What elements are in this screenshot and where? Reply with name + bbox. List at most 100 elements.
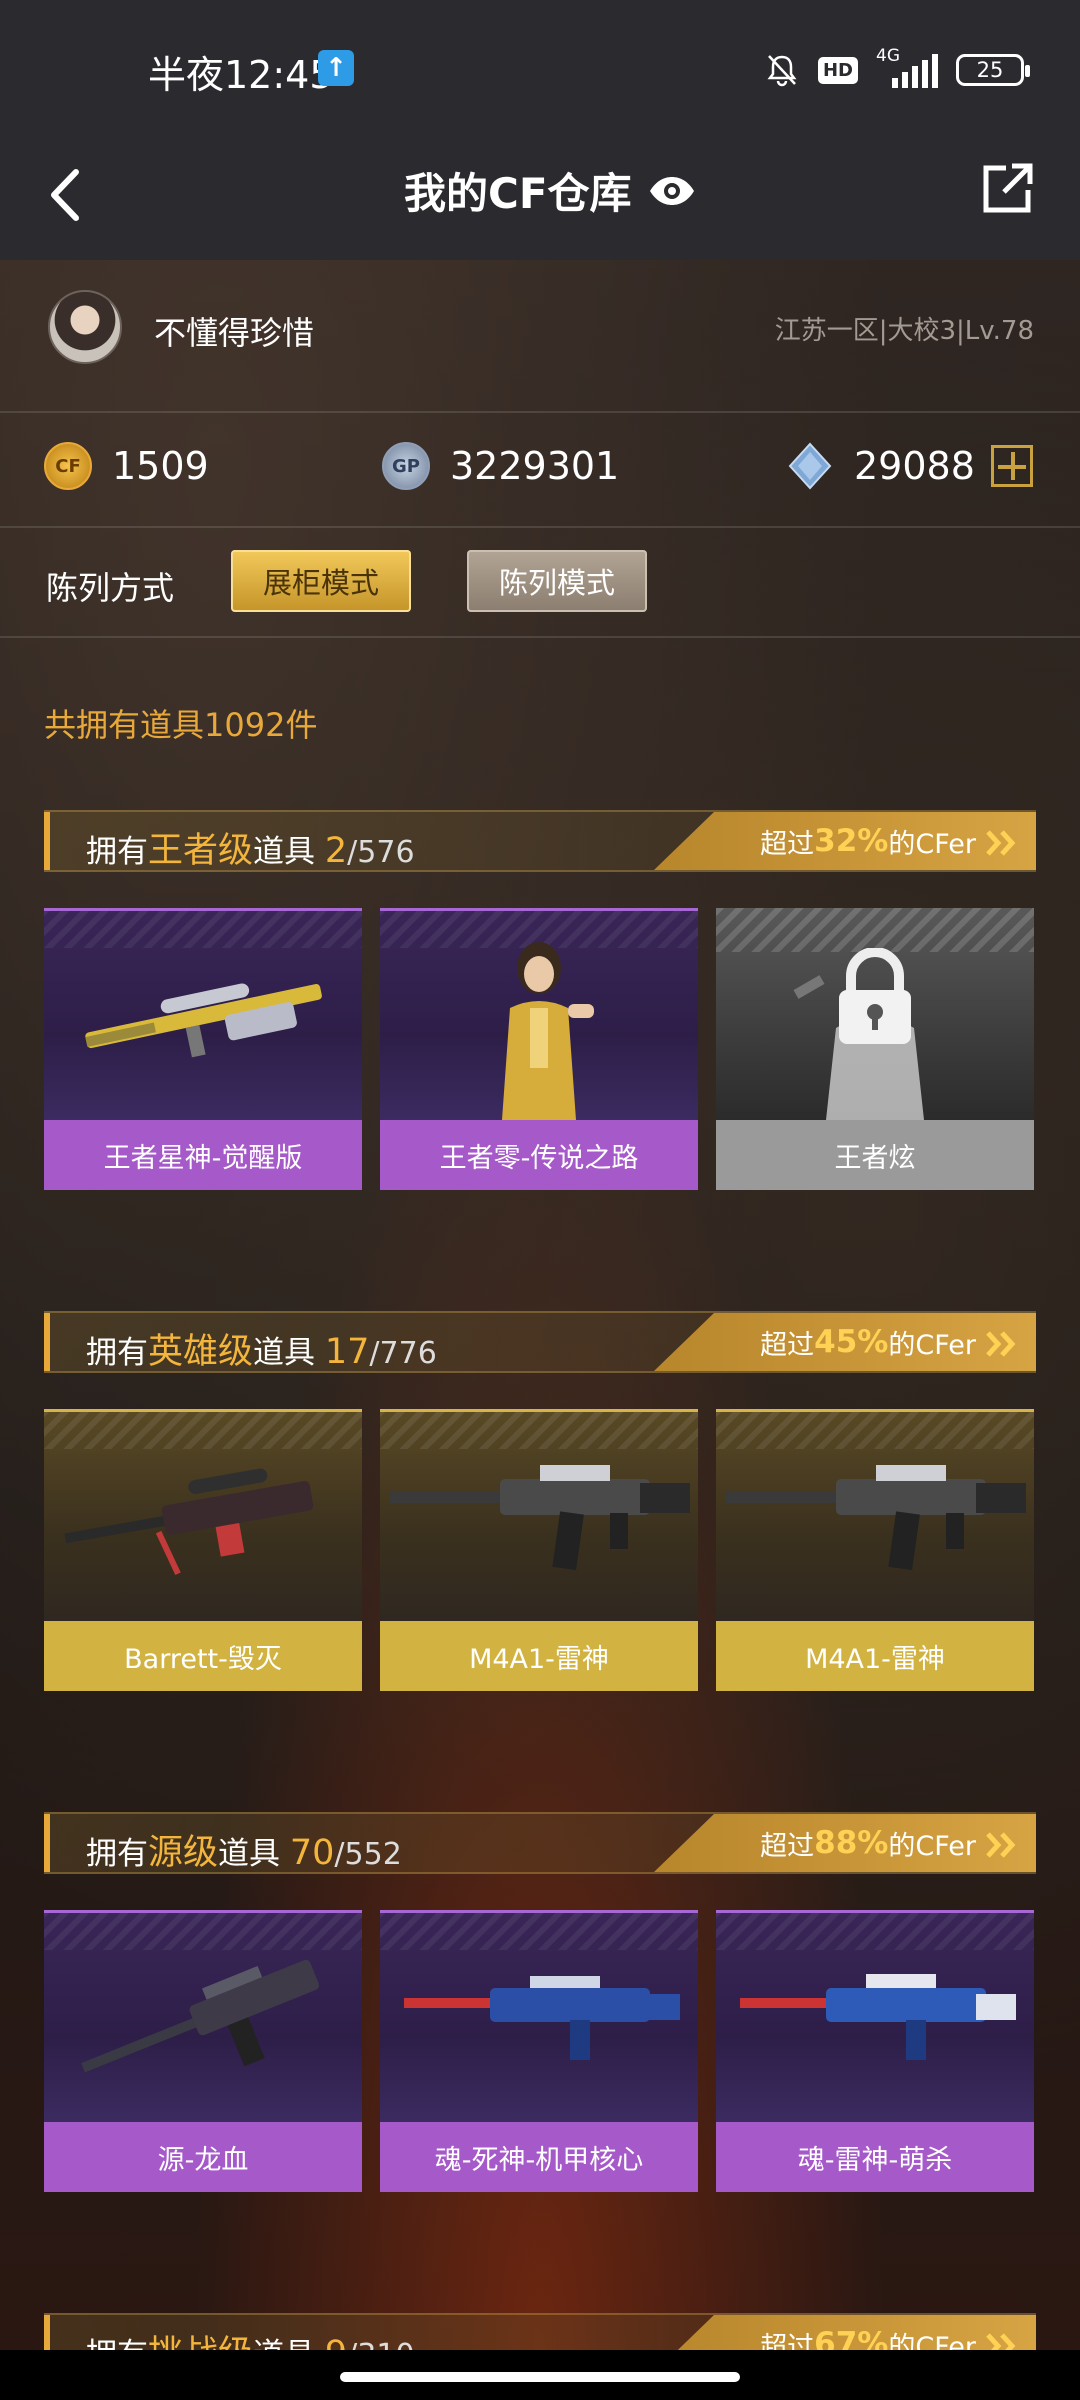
- eye-icon[interactable]: [648, 174, 696, 208]
- tier-suffix: 道具: [253, 1335, 316, 1371]
- tier-prefix: 拥有: [86, 2337, 148, 2350]
- tier-owned-count: 17: [324, 1332, 370, 1372]
- tier-prefix: 拥有: [86, 834, 148, 870]
- tier-total-count: /552: [334, 1837, 402, 1872]
- tier-header-hero: 拥有英雄级道具 17/776 超过 45% 的CFer: [44, 1311, 1036, 1373]
- tier-suffix: 道具: [253, 2337, 315, 2350]
- exceed-prefix: 超过: [760, 1329, 815, 1361]
- page-title: 我的CF仓库: [404, 169, 632, 218]
- percentile-button[interactable]: 超过 88% 的CFer: [654, 1814, 1036, 1872]
- home-indicator[interactable]: [340, 2372, 740, 2382]
- diamonds: 29088: [786, 442, 1033, 490]
- item-card[interactable]: 魂-雷神-萌杀: [716, 1910, 1034, 2192]
- percentile-button[interactable]: 超过 67% 的CFer: [654, 2315, 1036, 2350]
- tier-owned-count: 2: [324, 831, 348, 871]
- item-name: 魂-死神-机甲核心: [380, 2122, 698, 2192]
- double-chevron-right-icon: [986, 1832, 1016, 1858]
- exceed-percent: 67%: [814, 2326, 889, 2350]
- item-card[interactable]: 王者零-传说之路: [380, 908, 698, 1190]
- diamond-value: 29088: [854, 444, 975, 488]
- cf-points: CF 1509: [44, 442, 209, 490]
- item-card[interactable]: 魂-死神-机甲核心: [380, 1910, 698, 2192]
- hd-badge: HD: [817, 56, 858, 84]
- add-currency-button[interactable]: [990, 445, 1033, 487]
- tier-total-count: /776: [369, 1336, 437, 1371]
- exceed-suffix: 的CFer: [888, 828, 976, 860]
- item-card-locked[interactable]: 王者炫: [716, 908, 1034, 1190]
- item-name: Barrett-毁灭: [44, 1621, 362, 1691]
- avatar[interactable]: [48, 290, 122, 364]
- double-chevron-right-icon: [986, 1331, 1016, 1357]
- lock-icon: [839, 948, 911, 1044]
- item-name: M4A1-雷神: [716, 1621, 1034, 1691]
- tier-suffix: 道具: [253, 834, 316, 870]
- item-card[interactable]: M4A1-雷神: [380, 1409, 698, 1691]
- item-name: 王者星神-觉醒版: [44, 1120, 362, 1190]
- dragon-blood-rifle-image: [81, 1959, 319, 2073]
- tier-name: 王者级: [148, 831, 254, 871]
- status-bar: 半夜12:45 ↑ HD 4G 25: [0, 0, 1080, 132]
- item-card[interactable]: 王者星神-觉醒版: [44, 908, 362, 1190]
- back-arrow-icon[interactable]: [40, 160, 100, 230]
- cf-points-value: 1509: [112, 444, 209, 488]
- divider: [0, 411, 1080, 413]
- item-name: 魂-雷神-萌杀: [716, 2122, 1034, 2192]
- network-type: 4G: [876, 46, 900, 66]
- total-items: 共拥有道具1092件: [44, 706, 318, 744]
- tier-prefix: 拥有: [86, 1836, 148, 1872]
- share-icon[interactable]: [976, 156, 1040, 220]
- tier-owned-count: 70: [289, 1833, 335, 1873]
- percentile-button[interactable]: 超过 32% 的CFer: [654, 812, 1036, 870]
- tier-total-count: /576: [347, 835, 415, 870]
- app-header: 我的CF仓库: [0, 132, 1080, 260]
- exceed-prefix: 超过: [760, 1830, 815, 1862]
- exceed-percent: 88%: [814, 1825, 889, 1861]
- signal-icon: 4G: [876, 46, 938, 88]
- tier-header-challenge: 拥有挑战级道具 9/310 超过67%的CFer: [44, 2313, 1036, 2350]
- display-mode-button[interactable]: 陈列模式: [467, 550, 647, 612]
- item-name: M4A1-雷神: [380, 1621, 698, 1691]
- tier-header-source: 拥有源级道具 70/552 超过 88% 的CFer: [44, 1812, 1036, 1874]
- sniper-rifle-image: [85, 983, 322, 1058]
- item-card[interactable]: Barrett-毁灭: [44, 1409, 362, 1691]
- exceed-percent: 32%: [814, 823, 889, 859]
- tier-total-count: /310: [347, 2338, 414, 2350]
- display-mode-label: 陈列方式: [46, 569, 175, 607]
- item-name: 源-龙血: [44, 2122, 362, 2192]
- tier-suffix: 道具: [218, 1836, 281, 1872]
- diamond-icon: [788, 442, 832, 490]
- showcase-mode-button[interactable]: 展柜模式: [231, 550, 411, 612]
- battery-level: 25: [976, 58, 1004, 82]
- server-info: 江苏一区|大校3|Lv.78: [774, 316, 1034, 346]
- mech-core-rifle-image: [404, 1976, 680, 2060]
- exceed-percent: 45%: [814, 1324, 889, 1360]
- barrett-rifle-image: [64, 1468, 314, 1576]
- upload-icon: ↑: [318, 50, 354, 86]
- divider: [0, 636, 1080, 638]
- gp-coin-icon: GP: [382, 442, 430, 490]
- tier-header-king: 拥有王者级道具 2/576 超过 32% 的CFer: [44, 810, 1036, 872]
- cf-coin-icon: CF: [44, 442, 92, 490]
- m4a1-rifle-image: [390, 1465, 690, 1571]
- exceed-prefix: 超过: [760, 828, 815, 860]
- status-time: 半夜12:45: [148, 53, 334, 97]
- tier-prefix: 拥有: [86, 1335, 148, 1371]
- warehouse-content: 不懂得珍惜 江苏一区|大校3|Lv.78 CF 1509 GP 3229301 …: [0, 260, 1080, 2350]
- exceed-suffix: 的CFer: [888, 2331, 976, 2351]
- m4a1-rifle-image: [726, 1465, 1026, 1571]
- percentile-button[interactable]: 超过 45% 的CFer: [654, 1313, 1036, 1371]
- username: 不懂得珍惜: [154, 314, 315, 352]
- double-chevron-right-icon: [986, 2333, 1016, 2350]
- mute-bell-icon: [767, 55, 797, 87]
- tier-name: 英雄级: [148, 1332, 254, 1372]
- item-card[interactable]: M4A1-雷神: [716, 1409, 1034, 1691]
- item-card[interactable]: 源-龙血: [44, 1910, 362, 2192]
- exceed-suffix: 的CFer: [888, 1830, 976, 1862]
- divider: [0, 526, 1080, 528]
- battery-icon: 25: [956, 54, 1030, 86]
- gp-value: 3229301: [450, 444, 620, 488]
- exceed-suffix: 的CFer: [888, 1329, 976, 1361]
- tier-name: 源级: [148, 1833, 219, 1873]
- item-name: 王者零-传说之路: [380, 1120, 698, 1190]
- double-chevron-right-icon: [986, 830, 1016, 856]
